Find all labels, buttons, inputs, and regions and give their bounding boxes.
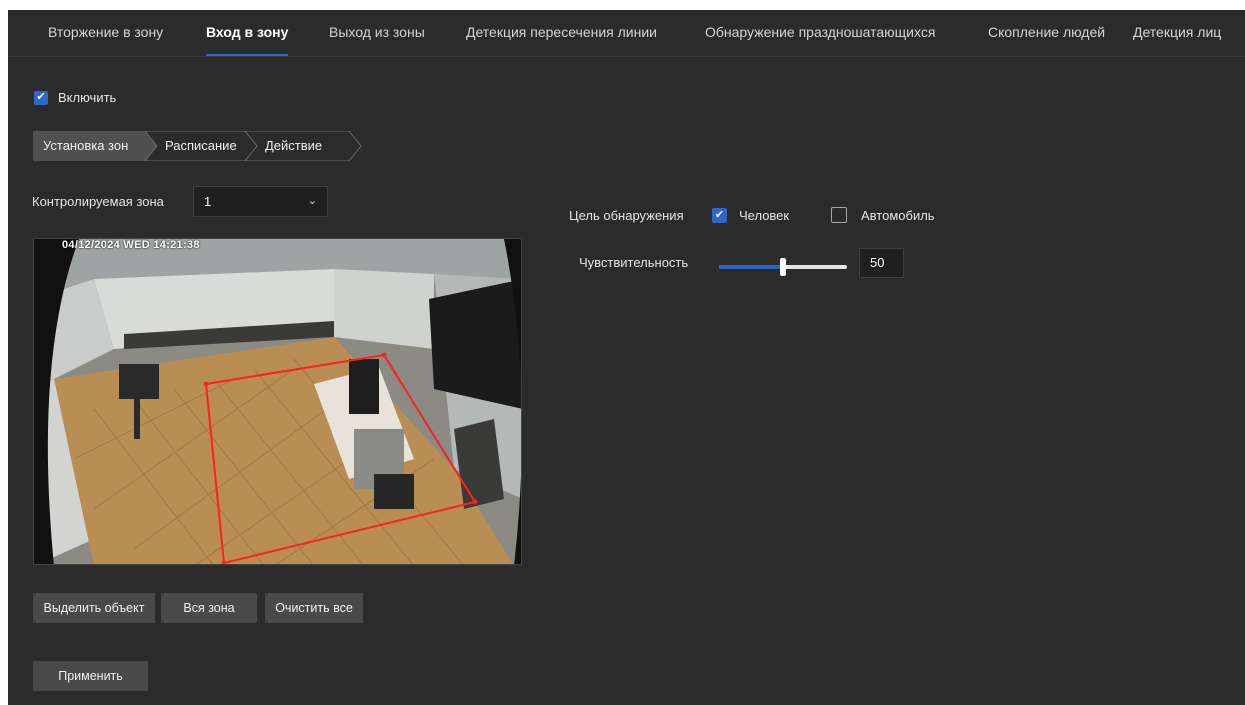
tab-intrusion[interactable]: Вторжение в зону: [48, 10, 163, 56]
target-person-label: Человек: [739, 208, 790, 223]
apply-button[interactable]: Применить: [33, 661, 148, 691]
sensitivity-value-input[interactable]: 50: [859, 248, 904, 278]
zone-label: Контролируемая зона: [32, 194, 164, 209]
zone-select[interactable]: 1 ⌄: [193, 186, 328, 217]
top-strip: [0, 0, 1245, 10]
tab-line-crossing[interactable]: Детекция пересечения линии: [466, 10, 657, 56]
cropped-title-fragment: [250, 0, 410, 2]
person-checkbox-icon[interactable]: ✔: [712, 208, 727, 223]
enable-toggle[interactable]: ✔ Включить: [34, 90, 116, 105]
detection-target-label: Цель обнаружения: [569, 208, 684, 223]
sensitivity-slider[interactable]: [719, 257, 847, 277]
target-vehicle-toggle[interactable]: Автомобиль: [831, 207, 935, 223]
select-object-button[interactable]: Выделить объект: [33, 593, 155, 623]
whole-zone-button[interactable]: Вся зона: [161, 593, 257, 623]
zone-select-value: 1: [204, 194, 212, 209]
target-vehicle-label: Автомобиль: [861, 207, 935, 223]
camera-scene: [34, 239, 521, 564]
step-action-label: Действие: [265, 138, 323, 153]
vehicle-checkbox-icon[interactable]: [831, 207, 847, 223]
enable-checkbox-icon[interactable]: ✔: [34, 90, 48, 105]
sensitivity-label: Чувствительность: [579, 255, 689, 270]
slider-thumb[interactable]: [780, 258, 786, 276]
enable-label: Включить: [58, 90, 117, 105]
tab-loitering[interactable]: Обнаружение праздношатающихся: [705, 10, 935, 56]
step-schedule-label: Расписание: [165, 138, 237, 153]
camera-osd-timestamp: 04/12/2024 WED 14:21:38: [62, 239, 200, 251]
tab-crowd[interactable]: Скопление людей: [988, 10, 1105, 56]
step-zone-setup-label: Установка зон: [43, 138, 129, 153]
step-schedule[interactable]: Расписание: [145, 131, 258, 161]
camera-view[interactable]: 04/12/2024 WED 14:21:38: [33, 238, 522, 565]
tab-zone-exit[interactable]: Выход из зоны: [329, 10, 425, 56]
step-zone-setup[interactable]: Установка зон: [33, 131, 158, 161]
step-action[interactable]: Действие: [245, 131, 363, 161]
slider-fill: [719, 265, 783, 269]
target-person-toggle[interactable]: ✔ Человек: [712, 208, 789, 223]
tab-zone-entry[interactable]: Вход в зону: [206, 10, 289, 56]
settings-panel: Вторжение в зону Вход в зону Выход из зо…: [8, 10, 1245, 705]
tab-face-detection[interactable]: Детекция лиц: [1133, 10, 1221, 56]
chevron-down-icon: ⌄: [307, 195, 317, 207]
clear-all-button[interactable]: Очистить все: [265, 593, 363, 623]
tab-bar: Вторжение в зону Вход в зону Выход из зо…: [8, 10, 1245, 57]
